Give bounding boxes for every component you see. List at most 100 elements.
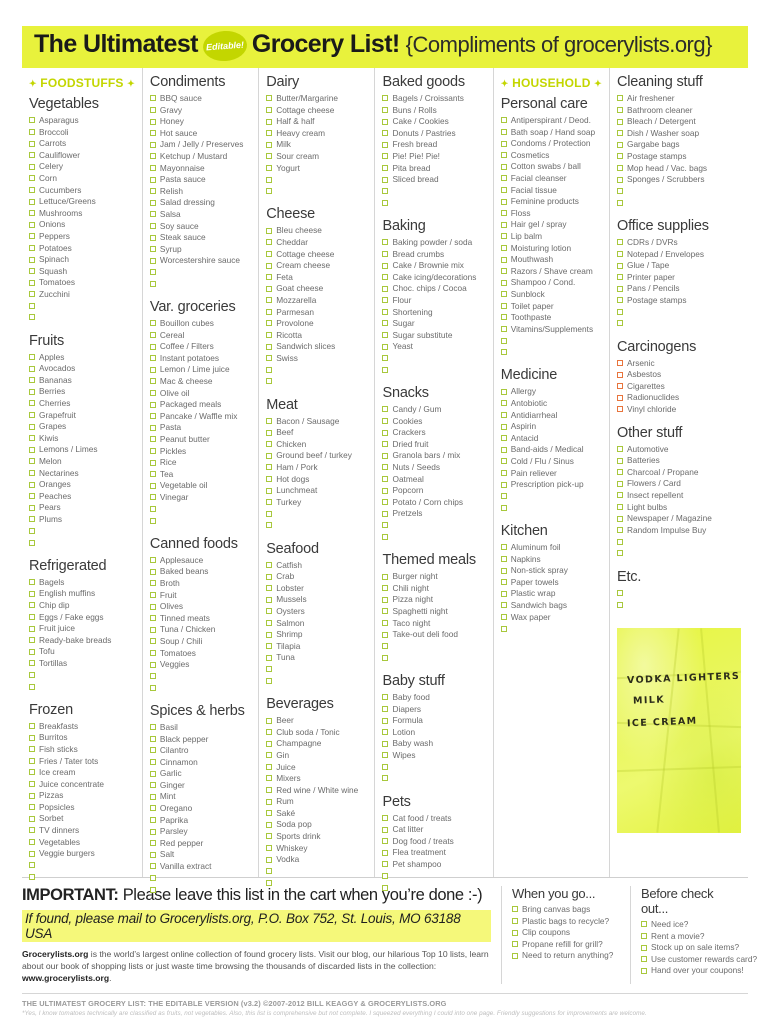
checklist-item[interactable]: Fresh bread xyxy=(382,139,485,151)
checkbox-icon[interactable] xyxy=(500,625,507,632)
checkbox-icon[interactable] xyxy=(616,601,623,608)
checkbox-icon[interactable] xyxy=(266,798,273,805)
checkbox-icon[interactable] xyxy=(500,186,507,193)
checklist-item[interactable]: Pizzas xyxy=(29,790,135,802)
checkbox-icon[interactable] xyxy=(500,400,507,407)
checkbox-icon[interactable] xyxy=(29,660,35,667)
checklist-item[interactable]: Sandwich slices xyxy=(266,341,367,353)
checklist-item[interactable]: Dried fruit xyxy=(382,439,485,451)
checklist-item[interactable]: Relish xyxy=(149,186,251,198)
checklist-item[interactable]: Taco night xyxy=(382,618,485,630)
checklist-item[interactable]: Insect repellent xyxy=(616,490,741,502)
checkbox-icon[interactable] xyxy=(266,752,273,759)
checklist-item[interactable]: Berries xyxy=(29,386,135,398)
checklist-item[interactable]: Plums xyxy=(29,514,135,526)
checklist-item[interactable]: Soup / Chili xyxy=(149,636,251,648)
checkbox-icon[interactable] xyxy=(29,671,35,678)
checklist-item[interactable]: Ground beef / turkey xyxy=(266,450,367,462)
checklist-item-blank[interactable]: . xyxy=(382,520,485,532)
checkbox-icon[interactable] xyxy=(616,360,623,367)
checklist-item[interactable]: Fries / Tater tots xyxy=(29,756,135,768)
checkbox-icon[interactable] xyxy=(29,446,35,453)
checklist-item[interactable]: Fish sticks xyxy=(29,744,135,756)
checkbox-icon[interactable] xyxy=(500,446,507,453)
checklist-item[interactable]: Turkey xyxy=(266,497,367,509)
checkbox-icon[interactable] xyxy=(29,723,35,730)
checkbox-icon[interactable] xyxy=(500,602,507,609)
checklist-item[interactable]: Eggs / Fake eggs xyxy=(29,612,135,624)
checkbox-icon[interactable] xyxy=(29,539,35,546)
checklist-item[interactable]: Ice cream xyxy=(29,767,135,779)
footer-checklist-item[interactable]: Stock up on sale items? xyxy=(641,942,742,954)
checkbox-icon[interactable] xyxy=(382,366,389,373)
checkbox-icon[interactable] xyxy=(382,297,389,304)
checklist-item[interactable]: Cat litter xyxy=(382,824,485,836)
footer-checklist-item[interactable]: Propane refill for grill? xyxy=(512,939,624,951)
checklist-item[interactable]: Charcoal / Propane xyxy=(616,467,741,479)
checklist-item[interactable]: Asbestos xyxy=(616,369,741,381)
checklist-item[interactable]: Postage stamps xyxy=(616,295,741,307)
checkbox-icon[interactable] xyxy=(616,320,623,327)
checklist-item-blank[interactable]: . xyxy=(382,364,485,376)
checkbox-icon[interactable] xyxy=(641,932,647,939)
checklist-item-blank[interactable]: . xyxy=(149,671,251,683)
checkbox-icon[interactable] xyxy=(616,188,623,195)
checkbox-icon[interactable] xyxy=(29,423,35,430)
checklist-item[interactable]: Mint xyxy=(149,791,251,803)
checkbox-icon[interactable] xyxy=(266,833,273,840)
checkbox-icon[interactable] xyxy=(500,268,507,275)
checklist-item[interactable]: Hot sauce xyxy=(149,128,251,140)
checklist-item[interactable]: Veggie burgers xyxy=(29,848,135,860)
checkbox-icon[interactable] xyxy=(382,355,389,362)
checkbox-icon[interactable] xyxy=(512,952,518,959)
checklist-item[interactable]: Cake / Brownie mix xyxy=(382,260,485,272)
checkbox-icon[interactable] xyxy=(149,459,156,466)
checkbox-icon[interactable] xyxy=(500,198,507,205)
checkbox-icon[interactable] xyxy=(149,222,156,229)
checklist-item-blank[interactable]: . xyxy=(29,681,135,693)
checklist-item[interactable]: Club soda / Tonic xyxy=(266,727,367,739)
checklist-item[interactable]: Butter/Margarine xyxy=(266,93,367,105)
checklist-item[interactable]: Potatoes xyxy=(29,243,135,255)
checklist-item[interactable]: Ketchup / Mustard xyxy=(149,151,251,163)
checkbox-icon[interactable] xyxy=(500,435,507,442)
checkbox-icon[interactable] xyxy=(29,365,35,372)
checkbox-icon[interactable] xyxy=(616,550,623,557)
checkbox-icon[interactable] xyxy=(149,280,156,287)
checklist-item[interactable]: Napkins xyxy=(500,554,602,566)
checkbox-icon[interactable] xyxy=(616,118,623,125)
checklist-item[interactable]: Dog food / treats xyxy=(382,836,485,848)
checkbox-icon[interactable] xyxy=(266,188,273,195)
checklist-item[interactable]: Corn xyxy=(29,173,135,185)
checklist-item[interactable]: Gargabe bags xyxy=(616,139,741,151)
checkbox-icon[interactable] xyxy=(616,515,623,522)
checkbox-icon[interactable] xyxy=(500,493,507,500)
checklist-item[interactable]: Catfish xyxy=(266,560,367,572)
checklist-item[interactable]: English muffins xyxy=(29,588,135,600)
checklist-item[interactable]: Vinegar xyxy=(149,492,251,504)
checklist-item[interactable]: Sponges / Scrubbers xyxy=(616,174,741,186)
checklist-item[interactable]: Celery xyxy=(29,161,135,173)
checkbox-icon[interactable] xyxy=(29,354,35,361)
checkbox-icon[interactable] xyxy=(149,505,156,512)
checklist-item-blank[interactable]: . xyxy=(266,186,367,198)
checklist-item[interactable]: Pain reliever xyxy=(500,468,602,480)
checklist-item[interactable]: Sandwich bags xyxy=(500,600,602,612)
checkbox-icon[interactable] xyxy=(149,840,156,847)
checkbox-icon[interactable] xyxy=(266,476,273,483)
checkbox-icon[interactable] xyxy=(29,769,35,776)
checklist-item[interactable]: Packaged meals xyxy=(149,399,251,411)
checklist-item[interactable]: Salsa xyxy=(149,209,251,221)
checkbox-icon[interactable] xyxy=(616,589,623,596)
checklist-item[interactable]: Mac & cheese xyxy=(149,376,251,388)
checkbox-icon[interactable] xyxy=(29,186,35,193)
checklist-item[interactable]: Choc. chips / Cocoa xyxy=(382,283,485,295)
checkbox-icon[interactable] xyxy=(149,770,156,777)
checkbox-icon[interactable] xyxy=(382,619,389,626)
checkbox-icon[interactable] xyxy=(382,654,389,661)
checklist-item-blank[interactable]: . xyxy=(382,773,485,785)
checkbox-icon[interactable] xyxy=(266,118,273,125)
checklist-item[interactable]: Worcestershire sauce xyxy=(149,255,251,267)
checkbox-icon[interactable] xyxy=(500,210,507,217)
checklist-item[interactable]: Basil xyxy=(149,722,251,734)
